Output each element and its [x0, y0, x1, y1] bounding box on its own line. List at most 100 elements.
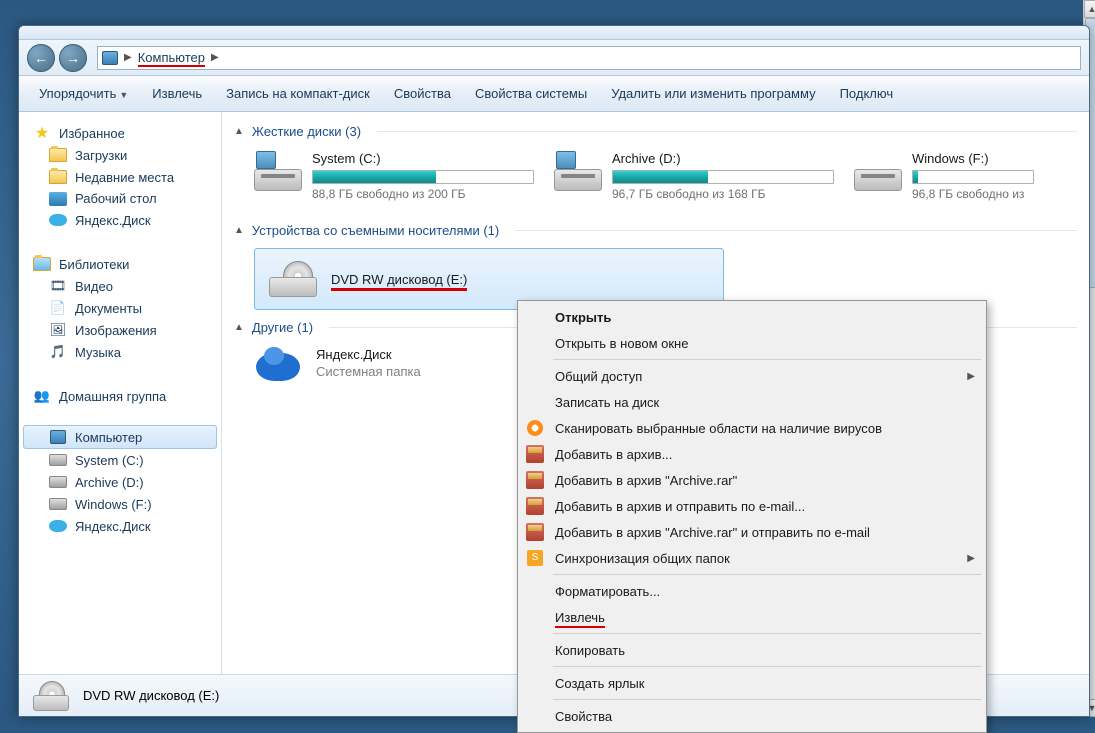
avast-icon [527, 420, 543, 436]
sidebar: ★Избранное Загрузки Недавние места Рабоч… [19, 112, 222, 686]
drive-name: System (C:) [312, 151, 534, 166]
separator [553, 574, 981, 575]
eject-button[interactable]: Извлечь [142, 82, 212, 105]
organize-button[interactable]: Упорядочить▼ [29, 82, 138, 105]
separator [553, 666, 981, 667]
drive-case-icon [269, 277, 317, 297]
sidebar-homegroup[interactable]: 👥Домашняя группа [19, 385, 221, 407]
sync-icon: S [527, 550, 543, 566]
star-icon: ★ [33, 125, 51, 141]
properties-button[interactable]: Свойства [384, 82, 461, 105]
drive-case-icon [33, 695, 69, 711]
drive-name: Archive (D:) [612, 151, 834, 166]
sidebar-drive-d[interactable]: Archive (D:) [19, 471, 221, 493]
toolbar: Упорядочить▼ Извлечь Запись на компакт-д… [19, 76, 1089, 112]
group-removable[interactable]: ▲Устройства со съемными носителями (1) [222, 219, 1089, 242]
music-icon: 🎵 [49, 344, 67, 360]
ctx-open-new-window[interactable]: Открыть в новом окне [521, 330, 983, 356]
submenu-arrow-icon: ▶ [967, 371, 975, 382]
ctx-copy[interactable]: Копировать [521, 637, 983, 663]
collapse-icon: ▲ [234, 126, 244, 137]
drive-d[interactable]: Archive (D:) 96,7 ГБ свободно из 168 ГБ [554, 151, 834, 201]
dvd-drive-name: DVD RW дисковод (E:) [331, 272, 467, 287]
sidebar-favorites[interactable]: ★Избранное [19, 122, 221, 144]
back-button[interactable]: ← [27, 44, 55, 72]
video-icon: 🎞 [49, 278, 67, 294]
document-icon: 📄 [49, 300, 67, 316]
computer-icon [50, 430, 66, 444]
separator [553, 359, 981, 360]
ctx-add-rar-and-email[interactable]: Добавить в архив "Archive.rar" и отправи… [521, 519, 983, 545]
winrar-icon [526, 497, 544, 515]
ctx-properties[interactable]: Свойства [521, 703, 983, 729]
sidebar-yandex-disk-2[interactable]: Яндекс.Диск [19, 515, 221, 537]
sidebar-drive-c[interactable]: System (C:) [19, 449, 221, 471]
drive-f[interactable]: Windows (F:) 96,8 ГБ свободно из [854, 151, 1034, 201]
forward-button[interactable]: → [59, 44, 87, 72]
drive-icon [49, 476, 67, 488]
cloud-icon [49, 214, 67, 226]
sidebar-libraries[interactable]: Библиотеки [19, 253, 221, 275]
sidebar-recent[interactable]: Недавние места [19, 166, 221, 188]
sidebar-downloads[interactable]: Загрузки [19, 144, 221, 166]
sidebar-video[interactable]: 🎞Видео [19, 275, 221, 297]
sidebar-documents[interactable]: 📄Документы [19, 297, 221, 319]
separator [553, 633, 981, 634]
cloud-icon [49, 520, 67, 532]
drive-case-icon [854, 169, 902, 191]
ctx-add-and-email[interactable]: Добавить в архив и отправить по e-mail..… [521, 493, 983, 519]
folder-icon [49, 170, 67, 184]
sidebar-yandex-disk[interactable]: Яндекс.Диск [19, 209, 221, 231]
collapse-icon: ▲ [234, 225, 244, 236]
drive-picture-icon [556, 151, 576, 169]
picture-icon: 🖼 [49, 322, 67, 338]
ctx-scan[interactable]: Сканировать выбранные области на наличие… [521, 415, 983, 441]
capacity-bar [612, 170, 834, 184]
separator [553, 699, 981, 700]
yandex-disk-icon [256, 353, 300, 381]
ctx-create-shortcut[interactable]: Создать ярлык [521, 670, 983, 696]
status-text: DVD RW дисковод (E:) [83, 688, 219, 703]
burn-button[interactable]: Запись на компакт-диск [216, 82, 380, 105]
drive-name: Windows (F:) [912, 151, 1034, 166]
sidebar-desktop[interactable]: Рабочий стол [19, 188, 221, 209]
sidebar-computer[interactable]: Компьютер [23, 425, 217, 449]
titlebar [19, 26, 1089, 40]
sidebar-pictures[interactable]: 🖼Изображения [19, 319, 221, 341]
ctx-eject[interactable]: Извлечь [521, 604, 983, 630]
scroll-up-icon[interactable]: ▲ [1084, 0, 1095, 18]
item-subtitle: Системная папка [316, 364, 421, 379]
breadcrumb-computer[interactable]: Компьютер [138, 50, 205, 65]
ctx-add-archive-rar[interactable]: Добавить в архив "Archive.rar" [521, 467, 983, 493]
connect-button[interactable]: Подключ [830, 82, 904, 105]
submenu-arrow-icon: ▶ [967, 553, 975, 564]
group-hard-drives[interactable]: ▲Жесткие диски (3) [222, 120, 1089, 143]
winrar-icon [526, 523, 544, 541]
libraries-icon [33, 257, 51, 271]
sidebar-music[interactable]: 🎵Музыка [19, 341, 221, 363]
winrar-icon [526, 471, 544, 489]
folder-icon [49, 148, 67, 162]
collapse-icon: ▲ [234, 322, 244, 333]
drive-free-text: 96,7 ГБ свободно из 168 ГБ [612, 187, 834, 201]
drive-picture-icon [256, 151, 276, 169]
drive-icon [49, 454, 67, 466]
address-bar[interactable]: ▶ Компьютер ▶ [97, 46, 1081, 70]
sidebar-drive-f[interactable]: Windows (F:) [19, 493, 221, 515]
ctx-share[interactable]: Общий доступ▶ [521, 363, 983, 389]
winrar-icon [526, 445, 544, 463]
context-menu: Открыть Открыть в новом окне Общий досту… [517, 300, 987, 733]
uninstall-button[interactable]: Удалить или изменить программу [601, 82, 825, 105]
ctx-add-archive[interactable]: Добавить в архив... [521, 441, 983, 467]
ctx-burn[interactable]: Записать на диск [521, 389, 983, 415]
drive-case-icon [554, 169, 602, 191]
chevron-right-icon: ▶ [211, 52, 219, 63]
system-properties-button[interactable]: Свойства системы [465, 82, 597, 105]
ctx-format[interactable]: Форматировать... [521, 578, 983, 604]
drive-free-text: 88,8 ГБ свободно из 200 ГБ [312, 187, 534, 201]
chevron-right-icon: ▶ [124, 52, 132, 63]
ctx-sync[interactable]: SСинхронизация общих папок▶ [521, 545, 983, 571]
drive-free-text: 96,8 ГБ свободно из [912, 187, 1034, 201]
drive-c[interactable]: System (C:) 88,8 ГБ свободно из 200 ГБ [254, 151, 534, 201]
ctx-open[interactable]: Открыть [521, 304, 983, 330]
